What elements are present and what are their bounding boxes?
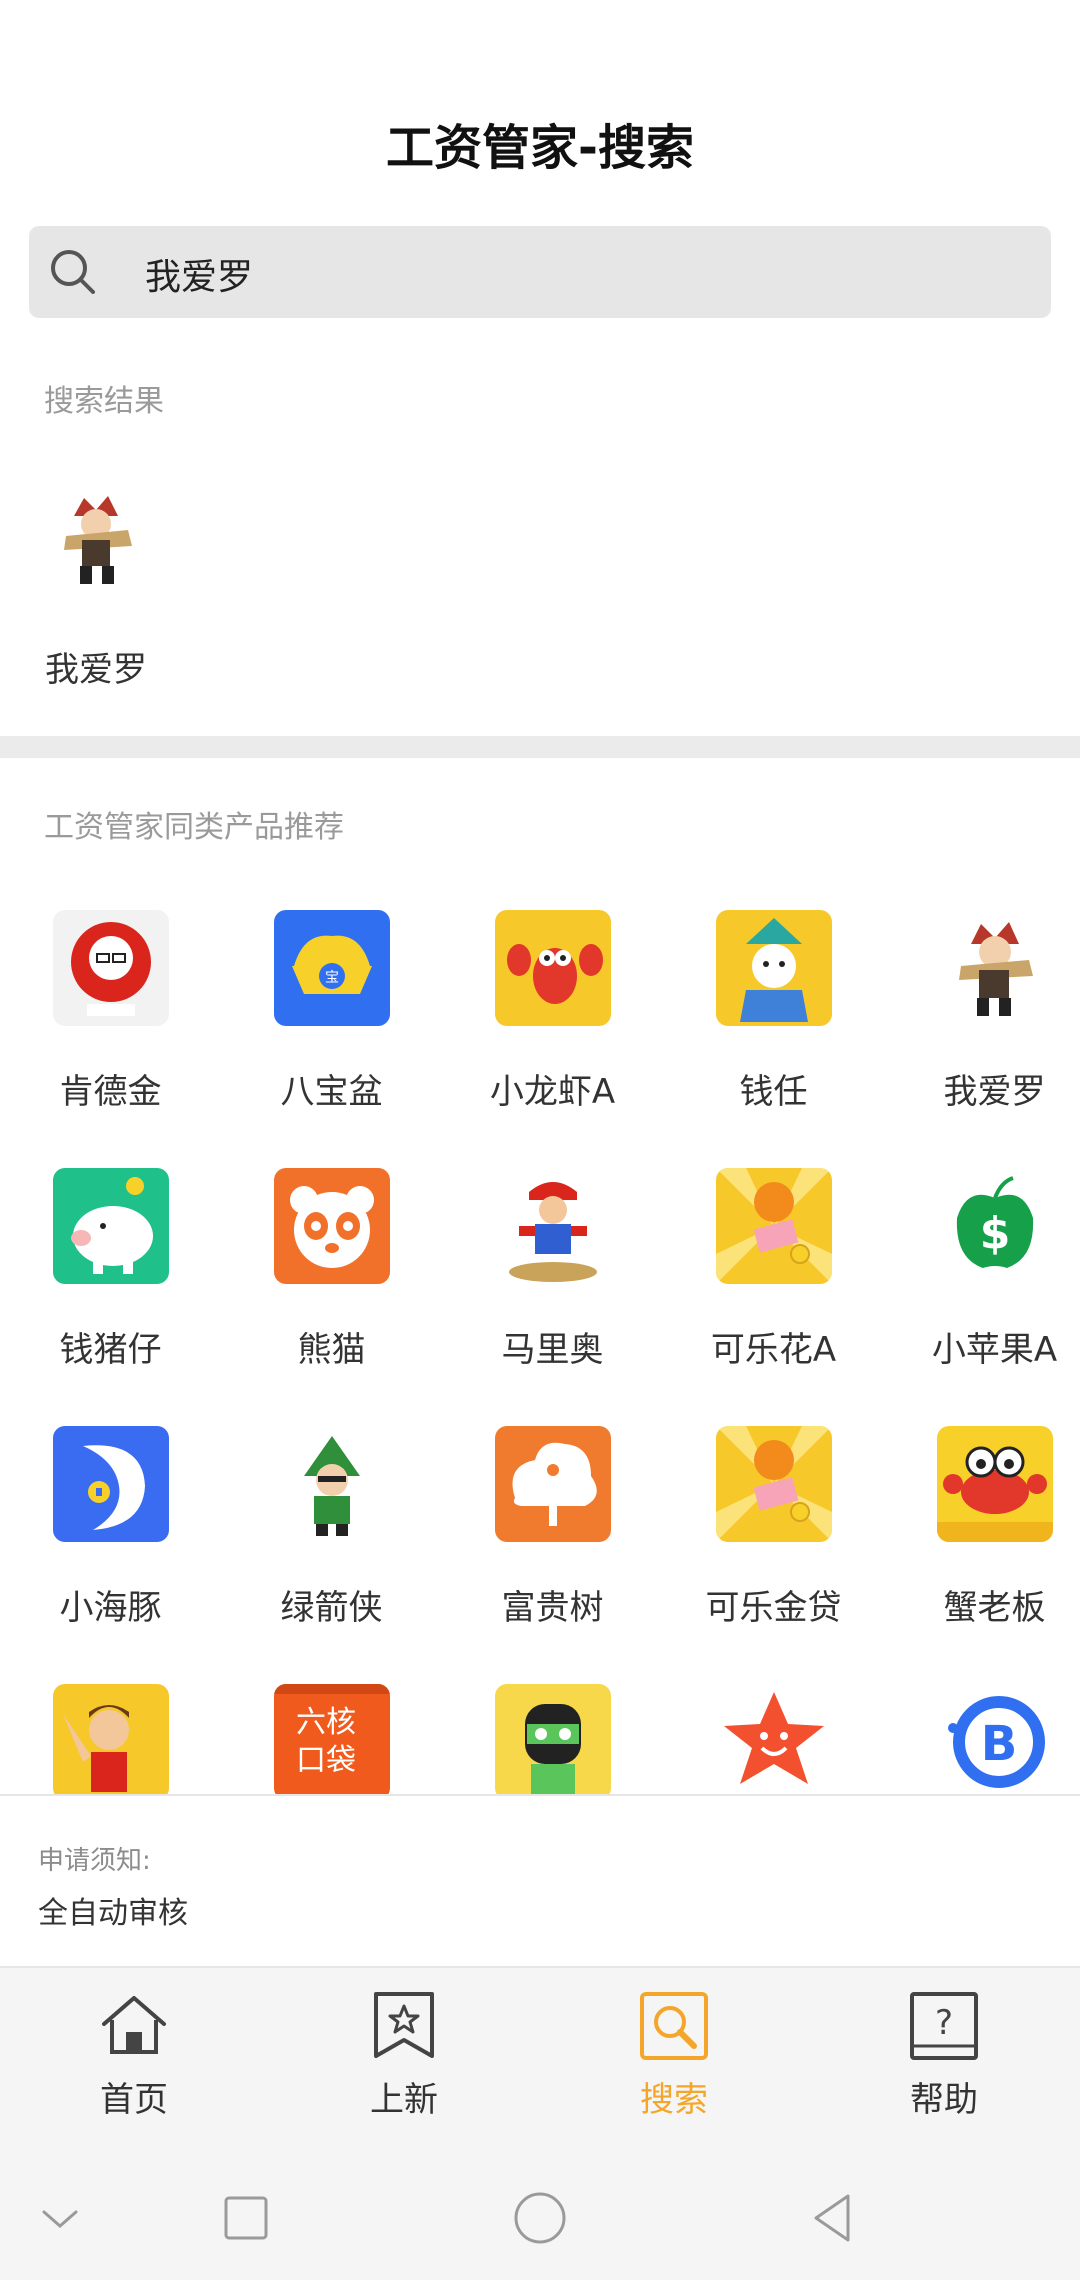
app-name: 八宝盆 bbox=[280, 1072, 383, 1112]
app-item-xielaoban[interactable]: 蟹老板 bbox=[884, 1426, 1080, 1629]
green-arrow-app-icon bbox=[273, 1426, 390, 1542]
app-name: 富贵树 bbox=[501, 1588, 604, 1628]
bottom-tabbar: 首页 上新 搜索 ? 帮助 bbox=[0, 1968, 1080, 2150]
notice-label: 申请须知: bbox=[38, 1846, 151, 1876]
app-item-kendejin[interactable]: 肯德金 bbox=[0, 910, 221, 1113]
tab-label: 帮助 bbox=[910, 2080, 978, 2120]
page-title: 工资管家-搜索 bbox=[386, 120, 694, 176]
search-query[interactable]: 我爱罗 bbox=[145, 248, 253, 300]
app-item-fuguishu[interactable]: 富贵树 bbox=[442, 1426, 663, 1629]
search-page: 工资管家-搜索 我爱罗 搜索结果 我爱罗 工资管家同类产品推荐 肯德金 宝 八宝… bbox=[0, 0, 1080, 2280]
app-name: 熊猫 bbox=[297, 1330, 366, 1370]
result-app-name: 我爱罗 bbox=[45, 650, 147, 690]
green-apple-dollar-app-icon: $ bbox=[936, 1168, 1053, 1284]
app-item-woailuo[interactable]: 我爱罗 bbox=[884, 910, 1080, 1113]
green-hero-app-icon bbox=[494, 1684, 611, 1794]
app-item-row4-2[interactable]: 六核 口袋 bbox=[221, 1684, 442, 1794]
panda-app-icon bbox=[273, 1168, 390, 1284]
result-app-item[interactable]: 我爱罗 bbox=[44, 486, 148, 690]
smiling-star-app-icon bbox=[715, 1684, 832, 1794]
recent-apps-icon[interactable] bbox=[216, 2188, 276, 2248]
app-name: 钱猪仔 bbox=[59, 1330, 162, 1370]
chevron-down-icon[interactable] bbox=[30, 2188, 90, 2248]
application-notice: 申请须知: 全自动审核 bbox=[0, 1794, 1080, 1968]
search-input[interactable]: 我爱罗 bbox=[29, 226, 1051, 318]
svg-text:六核: 六核 bbox=[296, 1705, 356, 1740]
app-item-kelejindai[interactable]: 可乐金贷 bbox=[663, 1426, 884, 1629]
gaara-app-icon bbox=[936, 910, 1053, 1026]
help-icon: ? bbox=[910, 1992, 978, 2060]
app-item-qianren[interactable]: 钱任 bbox=[663, 910, 884, 1113]
gold-ingot-app-icon: 宝 bbox=[273, 910, 390, 1026]
app-name: 肯德金 bbox=[59, 1072, 162, 1112]
svg-text:B: B bbox=[980, 1716, 1017, 1772]
tab-label: 搜索 bbox=[640, 2080, 708, 2120]
recommend-grid: 肯德金 宝 八宝盆 小龙虾A 钱任 我爱罗 钱猪仔 熊猫 马里奥 可乐花A $ … bbox=[0, 910, 1080, 1794]
app-item-row4-3[interactable] bbox=[442, 1684, 663, 1794]
money-tree-app-icon bbox=[494, 1426, 611, 1542]
crab-app-icon bbox=[936, 1426, 1053, 1542]
tab-help[interactable]: ? 帮助 bbox=[844, 1990, 1044, 2121]
system-navigation-bar bbox=[0, 2150, 1080, 2280]
fortune-god-app-icon bbox=[715, 910, 832, 1026]
app-name: 小苹果A bbox=[931, 1330, 1058, 1370]
app-name: 我爱罗 bbox=[943, 1072, 1046, 1112]
app-item-row4-5[interactable]: B bbox=[884, 1684, 1080, 1794]
app-name: 绿箭侠 bbox=[280, 1588, 383, 1628]
cheering-man-app-icon bbox=[52, 1684, 169, 1794]
svg-text:宝: 宝 bbox=[325, 970, 339, 986]
search-icon bbox=[51, 250, 95, 294]
app-item-xiongmao[interactable]: 熊猫 bbox=[221, 1168, 442, 1371]
app-item-xiaolongxia[interactable]: 小龙虾A bbox=[442, 910, 663, 1113]
home-button-icon[interactable] bbox=[510, 2188, 570, 2248]
blue-b-logo-app-icon: B bbox=[936, 1684, 1053, 1794]
app-item-row4-1[interactable] bbox=[0, 1684, 221, 1794]
app-name: 马里奥 bbox=[501, 1330, 604, 1370]
app-item-mario[interactable]: 马里奥 bbox=[442, 1168, 663, 1371]
home-icon bbox=[102, 1996, 166, 2054]
app-name: 小龙虾A bbox=[489, 1072, 616, 1112]
results-section-label: 搜索结果 bbox=[44, 384, 164, 419]
mario-app-icon bbox=[494, 1168, 611, 1284]
tab-new[interactable]: 上新 bbox=[304, 1990, 504, 2121]
notice-text: 全自动审核 bbox=[38, 1896, 188, 1931]
svg-text:口袋: 口袋 bbox=[296, 1743, 356, 1778]
bookmark-star-icon bbox=[374, 1992, 434, 2058]
app-item-row4-4[interactable] bbox=[663, 1684, 884, 1794]
app-name: 可乐花A bbox=[710, 1330, 837, 1370]
app-item-babaopen[interactable]: 宝 八宝盆 bbox=[221, 910, 442, 1113]
dolphin-app-icon bbox=[52, 1426, 169, 1542]
app-item-xiaohaitun[interactable]: 小海豚 bbox=[0, 1426, 221, 1629]
svg-text:?: ? bbox=[935, 2003, 953, 2043]
money-bag-app-icon bbox=[715, 1168, 832, 1284]
money-bag-app-icon bbox=[715, 1426, 832, 1542]
tab-label: 上新 bbox=[370, 2080, 438, 2120]
app-name: 蟹老板 bbox=[943, 1588, 1046, 1628]
app-name: 钱任 bbox=[739, 1072, 808, 1112]
search-icon bbox=[640, 1992, 708, 2060]
app-name: 小海豚 bbox=[59, 1588, 162, 1628]
gaara-app-icon bbox=[44, 486, 148, 590]
app-item-lvjianxia[interactable]: 绿箭侠 bbox=[221, 1426, 442, 1629]
liuhe-pocket-app-icon: 六核 口袋 bbox=[273, 1684, 390, 1794]
kfc-style-app-icon bbox=[52, 910, 169, 1026]
recommend-section-label: 工资管家同类产品推荐 bbox=[44, 810, 344, 845]
app-item-kelehua[interactable]: 可乐花A bbox=[663, 1168, 884, 1371]
tab-home[interactable]: 首页 bbox=[34, 1990, 234, 2121]
crayfish-app-icon bbox=[494, 910, 611, 1026]
piggy-bank-app-icon bbox=[52, 1168, 169, 1284]
tab-search[interactable]: 搜索 bbox=[574, 1990, 774, 2121]
section-divider bbox=[0, 736, 1080, 758]
svg-text:$: $ bbox=[979, 1208, 1010, 1259]
app-item-qianzhuzai[interactable]: 钱猪仔 bbox=[0, 1168, 221, 1371]
app-item-xiaopingguo[interactable]: $ 小苹果A bbox=[884, 1168, 1080, 1371]
app-name: 可乐金贷 bbox=[705, 1588, 842, 1628]
tab-label: 首页 bbox=[100, 2080, 168, 2120]
back-icon[interactable] bbox=[804, 2188, 864, 2248]
